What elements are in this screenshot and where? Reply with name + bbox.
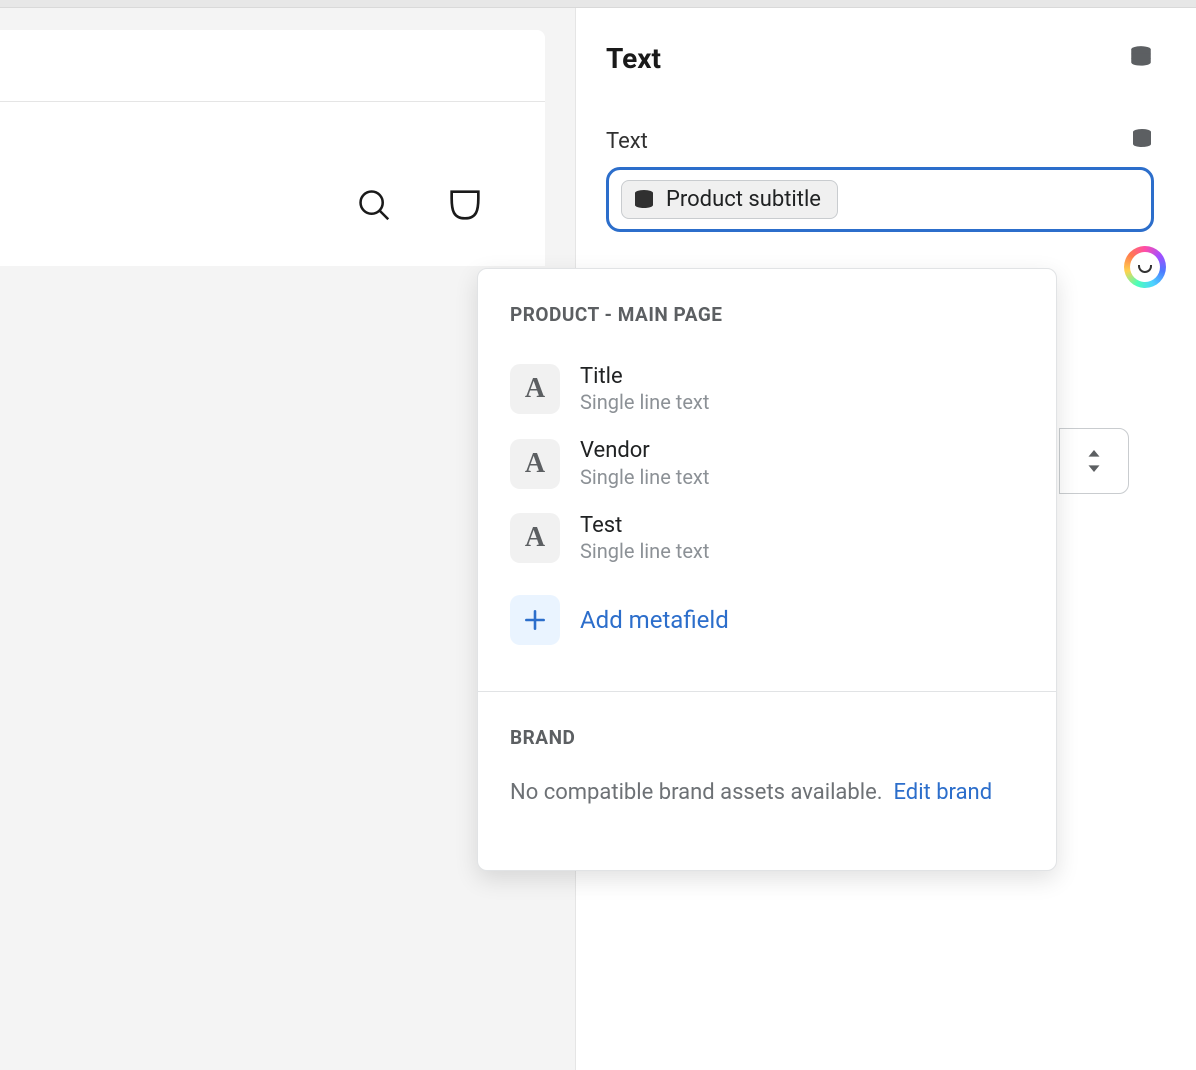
plus-icon xyxy=(510,595,560,645)
brand-message-text: No compatible brand assets available. xyxy=(510,780,883,805)
dropdown-heading-product: PRODUCT - MAIN PAGE xyxy=(510,303,1024,326)
brand-empty-message: No compatible brand assets available. Ed… xyxy=(510,775,1024,810)
metafield-option-subtitle: Single line text xyxy=(580,465,709,489)
metafield-option-vendor[interactable]: A Vendor Single line text xyxy=(510,426,1024,500)
dropdown-section-brand: BRAND No compatible brand assets availab… xyxy=(478,692,1056,870)
text-type-icon: A xyxy=(510,364,560,414)
sort-icon xyxy=(1085,450,1103,472)
dynamic-source-icon[interactable] xyxy=(1130,127,1154,155)
metafield-option-label: Vendor xyxy=(580,438,709,464)
preview-header xyxy=(0,30,545,102)
dynamic-source-dropdown: PRODUCT - MAIN PAGE A Title Single line … xyxy=(477,268,1057,871)
database-icon xyxy=(632,188,656,212)
search-icon[interactable] xyxy=(355,186,393,224)
dynamic-token-label: Product subtitle xyxy=(666,187,821,212)
cart-icon[interactable] xyxy=(445,185,485,225)
text-type-icon: A xyxy=(510,439,560,489)
text-type-icon: A xyxy=(510,513,560,563)
assistant-badge-icon[interactable] xyxy=(1124,246,1166,288)
select-control[interactable] xyxy=(1059,428,1129,494)
metafield-option-label: Title xyxy=(580,364,709,390)
sidebar-title-row: Text xyxy=(606,42,1154,75)
edit-brand-link[interactable]: Edit brand xyxy=(893,780,992,805)
preview-iconbar xyxy=(355,185,485,225)
text-dynamic-input[interactable]: Product subtitle xyxy=(606,167,1154,232)
metafield-option-label: Test xyxy=(580,513,709,539)
preview-pane xyxy=(0,30,545,266)
metafield-option-test[interactable]: A Test Single line text xyxy=(510,501,1024,575)
metafield-option-title[interactable]: A Title Single line text xyxy=(510,352,1024,426)
dropdown-heading-brand: BRAND xyxy=(510,726,1024,749)
dynamic-source-icon[interactable] xyxy=(1128,44,1154,74)
dropdown-section-product: PRODUCT - MAIN PAGE A Title Single line … xyxy=(478,269,1056,692)
text-field-label-row: Text xyxy=(606,127,1154,155)
dynamic-source-token[interactable]: Product subtitle xyxy=(621,180,838,219)
top-border xyxy=(0,0,1196,8)
add-metafield-button[interactable]: Add metafield xyxy=(510,583,1024,657)
sidebar-title: Text xyxy=(606,42,661,75)
metafield-option-subtitle: Single line text xyxy=(580,390,709,414)
add-metafield-label: Add metafield xyxy=(580,606,729,634)
text-field-label: Text xyxy=(606,129,648,154)
metafield-option-subtitle: Single line text xyxy=(580,539,709,563)
